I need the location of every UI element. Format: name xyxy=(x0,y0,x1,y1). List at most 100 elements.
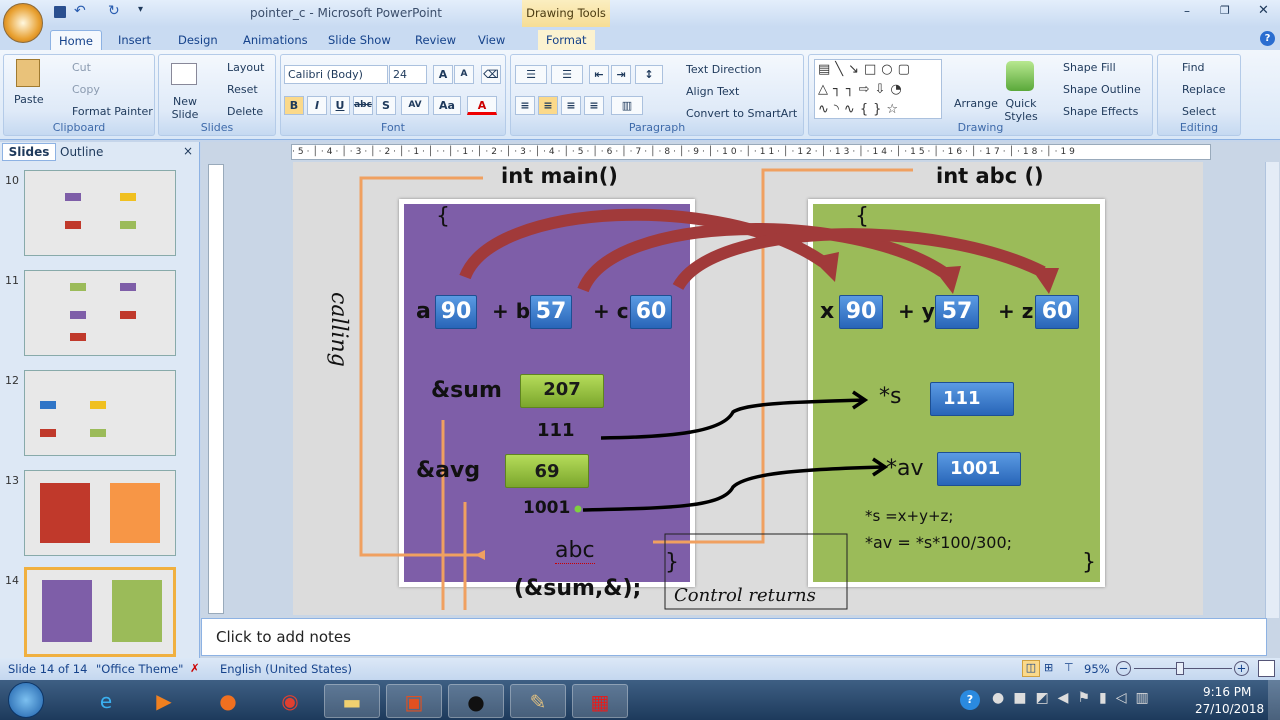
tab-home[interactable]: Home xyxy=(50,30,102,50)
undo-icon[interactable]: ↶ xyxy=(74,3,86,19)
font-color-button[interactable]: A xyxy=(467,96,497,115)
ptr-s-value[interactable]: 111 xyxy=(930,382,1014,416)
close-button[interactable]: ✕ xyxy=(1258,3,1269,18)
save-icon[interactable] xyxy=(54,6,66,18)
underline-button[interactable]: U xyxy=(330,96,350,115)
increase-indent-button[interactable]: ⇥ xyxy=(611,65,631,84)
tray-icons[interactable]: ●■◩◀⚑▮◁▥ xyxy=(992,690,1158,706)
char-spacing-button[interactable]: AV xyxy=(401,96,429,115)
notes-input[interactable]: Click to add notes xyxy=(201,618,1267,656)
tab-slide-show[interactable]: Slide Show xyxy=(320,30,399,50)
tab-review[interactable]: Review xyxy=(407,30,464,50)
minimize-button[interactable]: – xyxy=(1184,4,1190,18)
line-spacing-button[interactable]: ↕ xyxy=(635,65,663,84)
language[interactable]: English (United States) xyxy=(220,662,352,676)
help-icon[interactable]: ? xyxy=(1260,31,1275,46)
powerpoint-icon[interactable]: ▣ xyxy=(386,684,442,718)
var-a-value[interactable]: 90 xyxy=(435,295,477,329)
spell-check-icon[interactable]: ✗ xyxy=(190,661,200,675)
cut-button[interactable]: Cut xyxy=(72,61,91,74)
clock-date[interactable]: 27/10/2018 xyxy=(1195,702,1264,716)
tab-format[interactable]: Format xyxy=(538,30,595,50)
restore-button[interactable]: ❐ xyxy=(1220,4,1230,17)
slide-sorter-button[interactable]: ⊞ xyxy=(1044,661,1053,674)
new-slide-button[interactable]: New Slide xyxy=(165,95,205,121)
select-button[interactable]: Select xyxy=(1182,105,1216,118)
slide-thumbnail-10[interactable] xyxy=(24,170,176,256)
var-z-value[interactable]: 60 xyxy=(1035,295,1079,329)
align-left-button[interactable]: ≡ xyxy=(515,96,535,115)
strikethrough-button[interactable]: abc xyxy=(353,96,373,115)
decrease-indent-button[interactable]: ⇤ xyxy=(589,65,609,84)
tab-animations[interactable]: Animations xyxy=(235,30,316,50)
tab-design[interactable]: Design xyxy=(170,30,226,50)
copy-button[interactable]: Copy xyxy=(72,83,100,96)
file-explorer-icon[interactable]: ▬ xyxy=(324,684,380,718)
tab-slides[interactable]: Slides xyxy=(2,143,56,161)
horizontal-ruler[interactable]: ·5·│·4·│·3·│·2·│·1·│··│·1·│·2·│·3·│·4·│·… xyxy=(291,144,1211,160)
app-icon[interactable]: ▦ xyxy=(572,684,628,718)
slide-thumbnail-13[interactable] xyxy=(24,470,176,556)
align-right-button[interactable]: ≡ xyxy=(561,96,581,115)
help-tray-icon[interactable]: ? xyxy=(960,690,980,710)
redo-icon[interactable]: ↻ xyxy=(108,3,120,19)
slide-thumbnail-12[interactable] xyxy=(24,370,176,456)
ptr-av-value[interactable]: 1001 xyxy=(937,452,1021,486)
text-direction-button[interactable]: Text Direction xyxy=(686,63,761,76)
media-player-icon[interactable]: ▶ xyxy=(136,684,192,718)
layout-button[interactable]: Layout xyxy=(227,61,264,74)
bold-button[interactable]: B xyxy=(284,96,304,115)
italic-button[interactable]: I xyxy=(307,96,327,115)
zoom-out-button[interactable]: − xyxy=(1116,661,1131,676)
format-painter-button[interactable]: Format Painter xyxy=(72,105,153,118)
var-c-value[interactable]: 60 xyxy=(630,295,672,329)
slide-thumbnail-11[interactable] xyxy=(24,270,176,356)
change-case-button[interactable]: Aa xyxy=(433,96,461,115)
zoom-in-button[interactable]: + xyxy=(1234,661,1249,676)
var-b-value[interactable]: 57 xyxy=(530,295,572,329)
office-button[interactable] xyxy=(3,3,43,43)
align-center-button[interactable]: ≡ xyxy=(538,96,558,115)
chrome-icon[interactable]: ◉ xyxy=(262,684,318,718)
paint-icon[interactable]: ✎ xyxy=(510,684,566,718)
convert-smartart-button[interactable]: Convert to SmartArt xyxy=(686,107,797,120)
avg-value[interactable]: 69 xyxy=(505,454,589,488)
firefox-icon[interactable]: ● xyxy=(200,684,256,718)
shape-fill-button[interactable]: Shape Fill xyxy=(1063,61,1116,74)
replace-button[interactable]: Replace xyxy=(1182,83,1226,96)
font-size-select[interactable]: 24 xyxy=(389,65,427,84)
paste-button[interactable]: Paste xyxy=(14,93,44,106)
clock-time[interactable]: 9:16 PM xyxy=(1203,685,1251,699)
call-args[interactable]: (&sum,&); xyxy=(514,576,641,601)
columns-button[interactable]: ▥ xyxy=(611,96,643,115)
shape-effects-button[interactable]: Shape Effects xyxy=(1063,105,1138,118)
var-y-value[interactable]: 57 xyxy=(935,295,979,329)
shape-outline-button[interactable]: Shape Outline xyxy=(1063,83,1141,96)
find-button[interactable]: Find xyxy=(1182,61,1205,74)
reset-button[interactable]: Reset xyxy=(227,83,258,96)
justify-button[interactable]: ≡ xyxy=(584,96,604,115)
zoom-level[interactable]: 95% xyxy=(1084,662,1110,676)
slideshow-button[interactable]: ⊤ xyxy=(1064,661,1074,674)
internet-explorer-icon[interactable]: e xyxy=(78,684,134,718)
call-name[interactable]: abc xyxy=(555,538,595,564)
close-pane-icon[interactable]: × xyxy=(183,144,193,158)
slide-canvas[interactable]: int main() int abc () { { calling a 90 +… xyxy=(293,162,1203,615)
shapes-gallery[interactable]: ▤╲↘□○▢ △┐┐⇨⇩◔ ∿◝∿{}☆ xyxy=(814,59,942,119)
obs-icon[interactable]: ● xyxy=(448,684,504,718)
delete-button[interactable]: Delete xyxy=(227,105,263,118)
tab-view[interactable]: View xyxy=(470,30,513,50)
arrange-button[interactable]: Arrange xyxy=(954,97,998,110)
slide-thumbnail-14[interactable] xyxy=(24,567,176,657)
show-desktop-button[interactable] xyxy=(1268,680,1280,720)
sum-value[interactable]: 207 xyxy=(520,374,604,408)
zoom-slider-thumb[interactable] xyxy=(1176,662,1184,675)
normal-view-button[interactable]: ◫ xyxy=(1022,660,1040,677)
bullets-button[interactable]: ☰ xyxy=(515,65,547,84)
clear-format-button[interactable]: ⌫ xyxy=(481,65,501,84)
vertical-ruler[interactable] xyxy=(208,164,224,614)
numbering-button[interactable]: ☰ xyxy=(551,65,583,84)
fit-to-window-button[interactable] xyxy=(1258,660,1275,677)
tab-insert[interactable]: Insert xyxy=(110,30,159,50)
var-x-value[interactable]: 90 xyxy=(839,295,883,329)
